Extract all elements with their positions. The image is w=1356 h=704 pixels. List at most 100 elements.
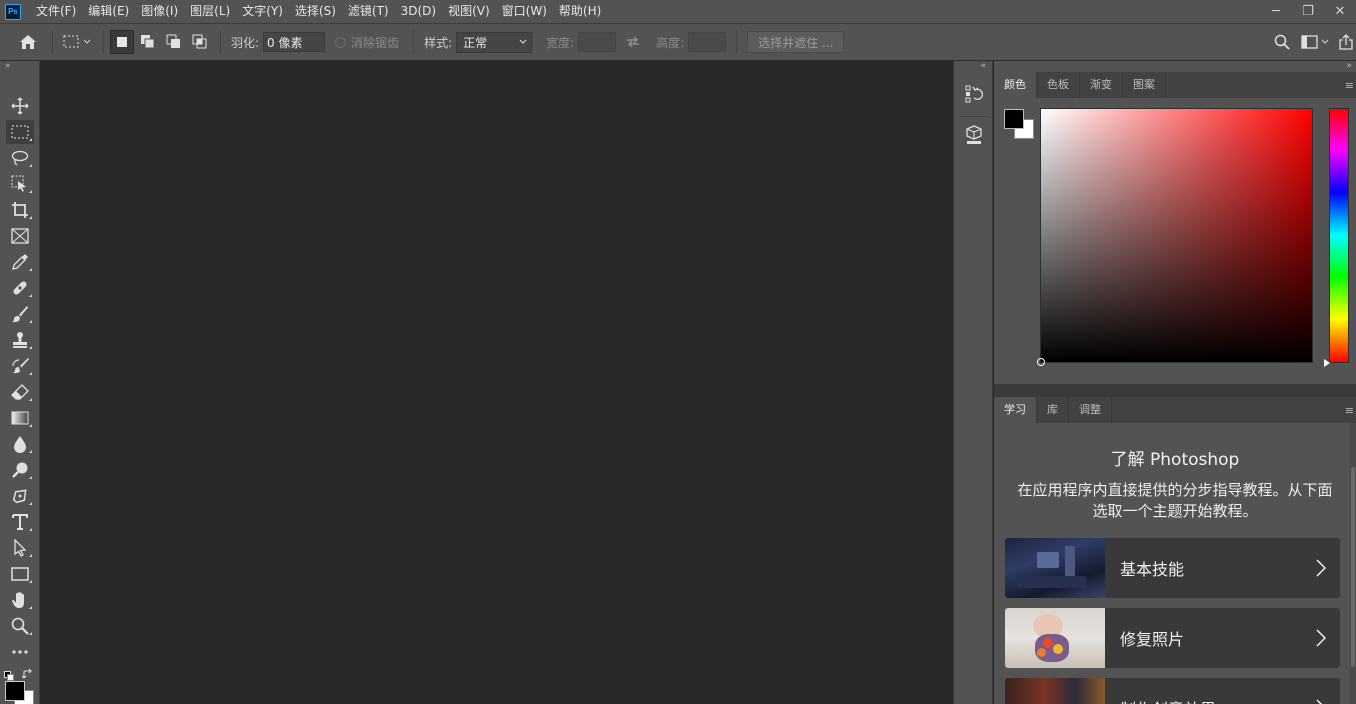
clone-stamp-tool[interactable] [6,328,34,352]
card-title: 基本技能 [1120,560,1185,579]
tab-gradients[interactable]: 渐变 [1080,72,1123,98]
pen-tool[interactable] [6,484,34,508]
style-select[interactable]: 正常 [456,31,533,53]
tab-learn[interactable]: 学习 [994,397,1037,423]
zoom-tool[interactable] [6,614,34,638]
learn-scrollbar[interactable] [1350,423,1356,704]
menu-view[interactable]: 视图(V) [442,0,496,23]
panel-menu-icon[interactable]: ≡ [1345,79,1354,92]
learn-card-fix-photos[interactable]: 修复照片 [1005,608,1340,668]
lasso-tool[interactable] [6,146,34,170]
eyedropper-tool[interactable] [6,250,34,274]
right-panel-group: » 颜色 色板 渐变 图案 ≡ 学习 库 调整 ≡ 了解 Photoshop 在… [994,61,1356,704]
frame-tool[interactable] [6,224,34,248]
healing-brush-tool[interactable] [6,276,34,300]
brush-tool[interactable] [6,302,34,326]
menu-help[interactable]: 帮助(H) [553,0,607,23]
antialias-checkbox[interactable] [335,36,347,48]
share-icon[interactable] [1336,34,1356,50]
rectangle-tool[interactable] [6,562,34,586]
tab-libraries[interactable]: 库 [1037,397,1069,423]
color-panel [994,98,1356,384]
menu-type[interactable]: 文字(Y) [236,0,289,23]
foreground-color-swatch[interactable] [5,681,25,701]
menu-edit[interactable]: 编辑(E) [82,0,135,23]
more-tools-icon[interactable] [6,640,34,664]
width-input[interactable] [578,32,617,52]
color-picker-marker[interactable] [1037,358,1045,366]
feather-label: 羽化: [231,35,260,50]
learn-card-creative-effects[interactable]: 制作创意效果 [1005,678,1340,704]
dodge-tool[interactable] [6,458,34,482]
select-and-mask-button[interactable]: 选择并遮住 ... [747,31,845,53]
gradient-tool[interactable] [6,406,34,430]
close-button[interactable]: ✕ [1324,0,1356,23]
learn-description: 在应用程序内直接提供的分步指导教程。从下面选取一个主题开始教程。 [1017,481,1333,520]
object-select-tool[interactable] [6,172,34,196]
learn-panel: 学习 库 调整 ≡ 了解 Photoshop 在应用程序内直接提供的分步指导教程… [994,397,1356,704]
home-icon[interactable] [10,34,46,50]
type-tool[interactable] [6,510,34,534]
history-panel-icon[interactable] [959,80,989,108]
hue-slider[interactable] [1329,108,1349,363]
menu-image[interactable]: 图像(I) [135,0,184,23]
style-label: 样式: [424,35,453,50]
color-panel-tabs: 颜色 色板 渐变 图案 ≡ [994,72,1356,98]
menu-window[interactable]: 窗口(W) [496,0,553,23]
learn-panel-tabs: 学习 库 调整 ≡ [994,397,1356,423]
panel-foreground-swatch[interactable] [1004,109,1024,129]
menu-3d[interactable]: 3D(D) [395,0,442,23]
tab-patterns[interactable]: 图案 [1123,72,1166,98]
workspace-switcher-icon[interactable] [1296,35,1336,49]
collapse-panels-icon[interactable]: » [994,61,1356,72]
menu-filter[interactable]: 滤镜(T) [342,0,395,23]
card-title: 修复照片 [1120,630,1185,649]
style-select-value: 正常 [463,35,488,50]
expand-toolbar-icon[interactable]: » [0,61,39,72]
3d-panel-icon[interactable] [959,121,989,149]
panel-menu-icon[interactable]: ≡ [1345,404,1354,417]
hue-slider-handle[interactable] [1324,359,1330,367]
marquee-tool[interactable] [6,120,34,144]
swap-dimensions-icon[interactable] [616,36,650,48]
new-selection-button[interactable] [110,30,134,54]
restore-button[interactable]: ❐ [1292,0,1324,23]
tab-adjustments[interactable]: 调整 [1069,397,1112,423]
eraser-tool[interactable] [6,380,34,404]
feather-input[interactable] [263,32,326,52]
learn-card-basic-skills[interactable]: 基本技能 [1005,538,1340,598]
add-to-selection-button[interactable] [136,30,160,54]
menu-select[interactable]: 选择(S) [289,0,342,23]
height-label: 高度: [656,35,685,50]
tool-preset-picker[interactable] [59,34,97,50]
hand-tool[interactable] [6,588,34,612]
crop-tool[interactable] [6,198,34,222]
document-canvas-area[interactable] [41,61,953,704]
window-controls: ─ ❐ ✕ [1260,0,1356,23]
blur-tool[interactable] [6,432,34,456]
learn-scrollbar-thumb[interactable] [1351,467,1355,667]
subtract-from-selection-button[interactable] [162,30,186,54]
panel-divider[interactable] [994,384,1356,397]
chevron-right-icon [1316,699,1326,704]
tools-panel: » [0,61,40,704]
card-thumbnail-image [1005,678,1105,704]
learn-title: 了解 Photoshop [1110,450,1240,470]
path-select-tool[interactable] [6,536,34,560]
minimize-button[interactable]: ─ [1260,0,1292,23]
height-input[interactable] [688,32,727,52]
options-bar: 羽化: 消除锯齿 样式: 正常 宽度: 高度: 选择并遮住 ... [0,23,1356,61]
search-icon[interactable] [1268,34,1296,50]
collapse-dock-icon[interactable]: « [954,61,992,72]
history-brush-tool[interactable] [6,354,34,378]
intersect-selection-button[interactable] [188,30,212,54]
move-tool[interactable] [6,94,34,118]
card-thumbnail-image [1005,538,1105,598]
tab-swatches[interactable]: 色板 [1037,72,1080,98]
menu-layer[interactable]: 图层(L) [184,0,236,23]
card-title: 制作创意效果 [1120,696,1316,704]
saturation-value-field[interactable] [1037,108,1313,366]
tab-color[interactable]: 颜色 [994,72,1037,98]
menu-bar: Ps 文件(F) 编辑(E) 图像(I) 图层(L) 文字(Y) 选择(S) 滤… [0,0,1356,23]
menu-file[interactable]: 文件(F) [30,0,82,23]
